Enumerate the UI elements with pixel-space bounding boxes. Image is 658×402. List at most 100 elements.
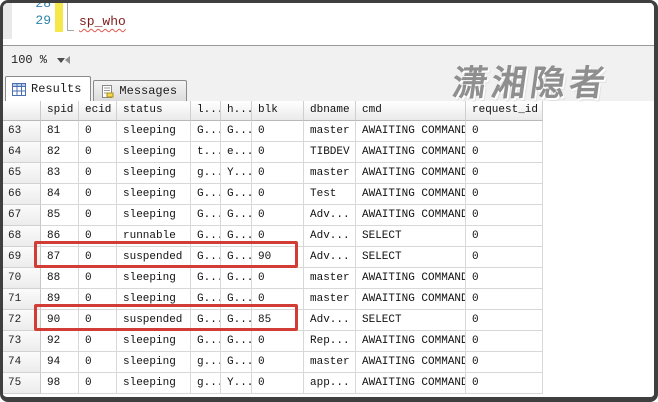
grid-cell-loginame[interactable]: G...: [191, 205, 221, 226]
grid-cell-status[interactable]: runnable: [117, 226, 191, 247]
grid-row-header[interactable]: 66: [3, 184, 41, 205]
grid-column-header-status[interactable]: status: [117, 101, 191, 121]
grid-cell-ecid[interactable]: 0: [79, 247, 117, 268]
grid-cell-hostname[interactable]: G...: [221, 205, 252, 226]
grid-row-header[interactable]: 70: [3, 268, 41, 289]
grid-cell-dbname[interactable]: master: [304, 268, 356, 289]
grid-cell-spid[interactable]: 83: [41, 163, 79, 184]
grid-cell-hostname[interactable]: G...: [221, 289, 252, 310]
grid-cell-dbname[interactable]: master: [304, 289, 356, 310]
grid-cell-loginame[interactable]: G...: [191, 289, 221, 310]
grid-cell-ecid[interactable]: 0: [79, 373, 117, 394]
grid-row-header[interactable]: 73: [3, 331, 41, 352]
grid-cell-status[interactable]: sleeping: [117, 268, 191, 289]
grid-row-header[interactable]: 69: [3, 247, 41, 268]
grid-cell-loginame[interactable]: G...: [191, 331, 221, 352]
grid-cell-loginame[interactable]: g...: [191, 352, 221, 373]
grid-cell-cmd[interactable]: SELECT: [356, 226, 466, 247]
grid-cell-spid[interactable]: 94: [41, 352, 79, 373]
grid-cell-request_id[interactable]: 0: [466, 268, 543, 289]
grid-cell-status[interactable]: sleeping: [117, 373, 191, 394]
grid-cell-spid[interactable]: 85: [41, 205, 79, 226]
grid-cell-request_id[interactable]: 0: [466, 121, 543, 142]
grid-cell-dbname[interactable]: Rep...: [304, 331, 356, 352]
grid-column-header-dbname[interactable]: dbname: [304, 101, 356, 121]
grid-cell-status[interactable]: sleeping: [117, 121, 191, 142]
grid-column-header-blk[interactable]: blk: [252, 101, 304, 121]
grid-cell-status[interactable]: sleeping: [117, 205, 191, 226]
grid-cell-ecid[interactable]: 0: [79, 205, 117, 226]
grid-corner-cell[interactable]: [3, 101, 41, 121]
grid-cell-spid[interactable]: 89: [41, 289, 79, 310]
grid-cell-loginame[interactable]: g...: [191, 373, 221, 394]
grid-cell-blk[interactable]: 0: [252, 226, 304, 247]
grid-cell-blk[interactable]: 0: [252, 142, 304, 163]
grid-cell-cmd[interactable]: SELECT: [356, 310, 466, 331]
grid-cell-blk[interactable]: 90: [252, 247, 304, 268]
grid-cell-dbname[interactable]: master: [304, 121, 356, 142]
grid-row-header[interactable]: 74: [3, 352, 41, 373]
grid-cell-cmd[interactable]: AWAITING COMMAND: [356, 121, 466, 142]
grid-cell-loginame[interactable]: G...: [191, 184, 221, 205]
grid-row-header[interactable]: 64: [3, 142, 41, 163]
grid-cell-cmd[interactable]: AWAITING COMMAND: [356, 352, 466, 373]
grid-cell-cmd[interactable]: AWAITING COMMAND: [356, 142, 466, 163]
grid-cell-dbname[interactable]: Adv...: [304, 226, 356, 247]
grid-cell-spid[interactable]: 90: [41, 310, 79, 331]
grid-cell-ecid[interactable]: 0: [79, 184, 117, 205]
grid-column-header-hostname[interactable]: h...: [221, 101, 252, 121]
grid-row-header[interactable]: 72: [3, 310, 41, 331]
grid-cell-dbname[interactable]: master: [304, 163, 356, 184]
grid-column-header-loginame[interactable]: l...: [191, 101, 221, 121]
grid-cell-blk[interactable]: 0: [252, 331, 304, 352]
grid-cell-loginame[interactable]: G...: [191, 226, 221, 247]
grid-cell-status[interactable]: sleeping: [117, 289, 191, 310]
grid-cell-hostname[interactable]: G...: [221, 310, 252, 331]
grid-cell-request_id[interactable]: 0: [466, 247, 543, 268]
grid-cell-spid[interactable]: 81: [41, 121, 79, 142]
grid-cell-loginame[interactable]: G...: [191, 268, 221, 289]
grid-cell-dbname[interactable]: app...: [304, 373, 356, 394]
grid-cell-hostname[interactable]: e...: [221, 142, 252, 163]
grid-cell-loginame[interactable]: G...: [191, 121, 221, 142]
grid-cell-blk[interactable]: 0: [252, 373, 304, 394]
grid-row-header[interactable]: 67: [3, 205, 41, 226]
grid-cell-cmd[interactable]: AWAITING COMMAND: [356, 163, 466, 184]
grid-cell-status[interactable]: sleeping: [117, 352, 191, 373]
tab-messages[interactable]: Messages: [93, 80, 188, 101]
grid-cell-ecid[interactable]: 0: [79, 142, 117, 163]
grid-cell-request_id[interactable]: 0: [466, 184, 543, 205]
grid-cell-status[interactable]: suspended: [117, 247, 191, 268]
grid-cell-request_id[interactable]: 0: [466, 373, 543, 394]
grid-cell-spid[interactable]: 84: [41, 184, 79, 205]
grid-cell-blk[interactable]: 85: [252, 310, 304, 331]
grid-cell-hostname[interactable]: G...: [221, 331, 252, 352]
grid-cell-dbname[interactable]: Adv...: [304, 310, 356, 331]
grid-cell-blk[interactable]: 0: [252, 352, 304, 373]
grid-cell-loginame[interactable]: t...: [191, 142, 221, 163]
code-text-sp-who[interactable]: sp_who: [79, 14, 126, 29]
grid-cell-cmd[interactable]: AWAITING COMMAND: [356, 184, 466, 205]
grid-cell-ecid[interactable]: 0: [79, 310, 117, 331]
grid-cell-hostname[interactable]: Y...: [221, 163, 252, 184]
grid-column-header-ecid[interactable]: ecid: [79, 101, 117, 121]
hscroll-left-arrow-icon[interactable]: [65, 56, 70, 64]
grid-cell-dbname[interactable]: Adv...: [304, 247, 356, 268]
grid-cell-blk[interactable]: 0: [252, 163, 304, 184]
grid-cell-blk[interactable]: 0: [252, 184, 304, 205]
grid-cell-request_id[interactable]: 0: [466, 205, 543, 226]
grid-cell-hostname[interactable]: G...: [221, 184, 252, 205]
grid-cell-spid[interactable]: 87: [41, 247, 79, 268]
grid-cell-request_id[interactable]: 0: [466, 331, 543, 352]
grid-cell-loginame[interactable]: g...: [191, 163, 221, 184]
grid-cell-loginame[interactable]: G...: [191, 310, 221, 331]
grid-cell-request_id[interactable]: 0: [466, 310, 543, 331]
grid-cell-hostname[interactable]: G...: [221, 247, 252, 268]
grid-cell-dbname[interactable]: Test: [304, 184, 356, 205]
grid-cell-hostname[interactable]: G...: [221, 226, 252, 247]
grid-column-header-request_id[interactable]: request_id: [466, 101, 543, 121]
grid-cell-blk[interactable]: 0: [252, 205, 304, 226]
grid-cell-hostname[interactable]: Y...: [221, 373, 252, 394]
grid-cell-hostname[interactable]: G...: [221, 121, 252, 142]
grid-row-header[interactable]: 71: [3, 289, 41, 310]
